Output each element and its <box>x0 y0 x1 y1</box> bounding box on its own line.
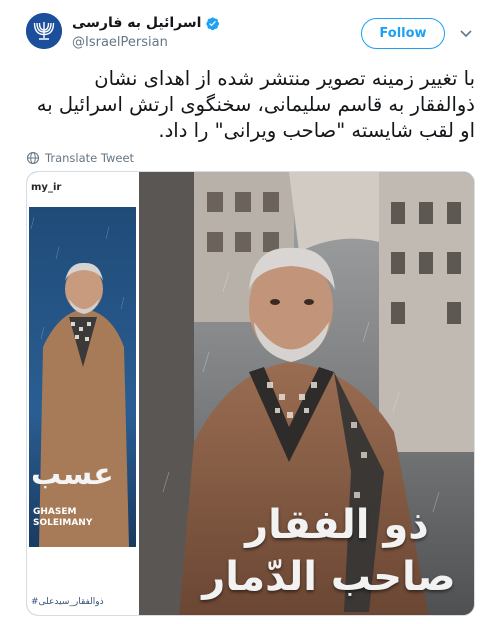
instagram-screenshot: my_ir عسب GHASEM SOLEIMANY ذوالفقار_سیدع… <box>27 172 139 615</box>
user-handle[interactable]: @IsraelPersian <box>72 35 168 50</box>
globe-icon <box>26 151 40 165</box>
left-poster-name: GHASEM SOLEIMANY <box>33 507 93 528</box>
left-poster-title: عسب <box>31 457 114 492</box>
translate-tweet-link[interactable]: Translate Tweet <box>26 151 134 165</box>
avatar[interactable] <box>26 13 62 49</box>
instagram-caption: ذوالفقار_سیدعلی# <box>31 597 104 607</box>
verified-badge-icon <box>205 16 220 31</box>
left-poster-image: عسب GHASEM SOLEIMANY <box>29 207 136 547</box>
poster-subheadline: صاحب الدّمار <box>202 554 456 600</box>
tweet-media[interactable]: my_ir عسب GHASEM SOLEIMANY ذوالفقار_سیدع… <box>26 171 475 616</box>
tweet-text: با تغییر زمینه تصویر منتشر شده از اهدای … <box>36 67 475 142</box>
display-name[interactable]: اسرائیل به فارسی <box>72 15 201 31</box>
name-row: اسرائیل به فارسی <box>72 14 220 32</box>
tweet-header: اسرائیل به فارسی @IsraelPersian Follow <box>0 0 500 62</box>
instagram-username: my_ir <box>31 182 62 193</box>
translate-label[interactable]: Translate Tweet <box>45 151 134 165</box>
follow-button[interactable]: Follow <box>361 18 445 49</box>
right-poster-image: ذو الفقار صاحب الدّمار <box>139 172 474 615</box>
chevron-down-icon[interactable] <box>458 25 474 41</box>
poster-headline: ذو الفقار <box>245 502 429 548</box>
